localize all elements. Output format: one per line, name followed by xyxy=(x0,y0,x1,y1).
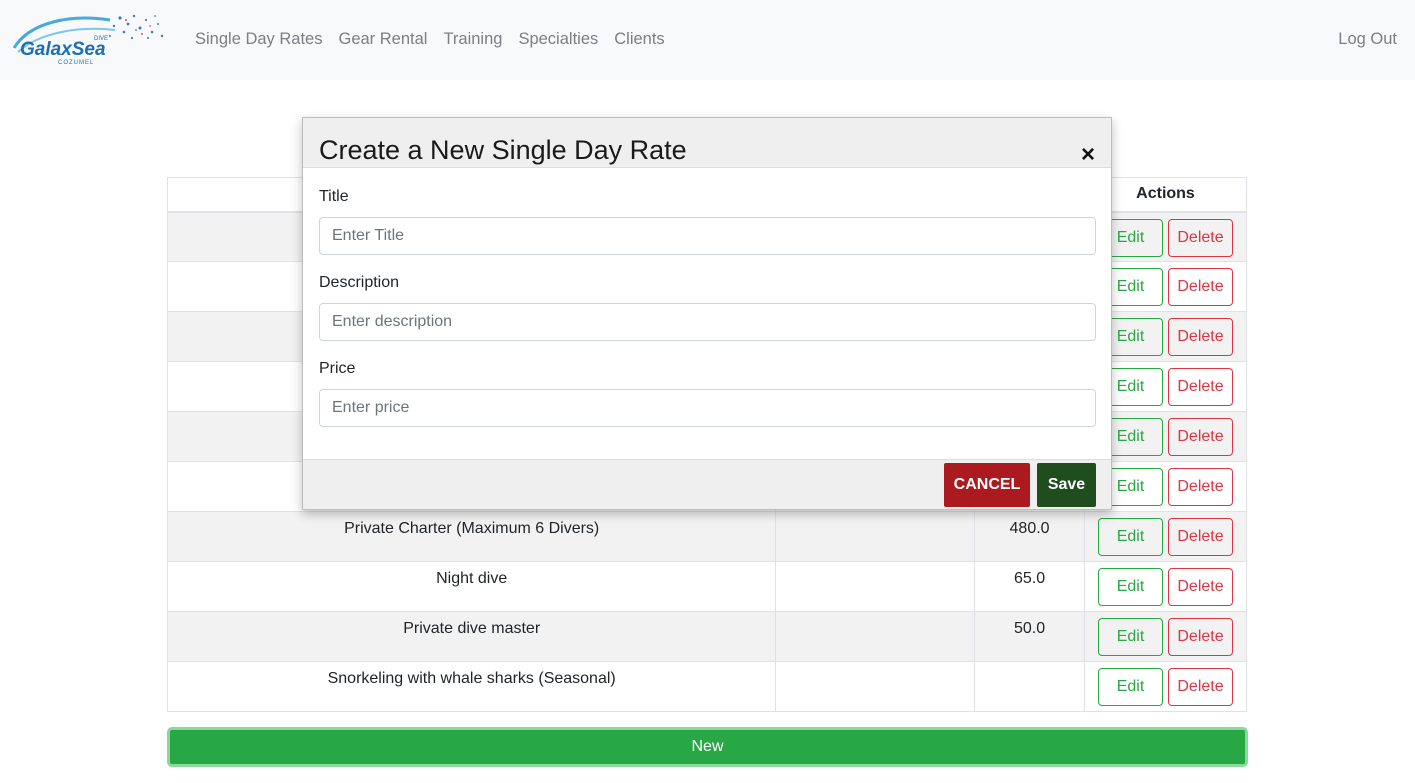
svg-text:COZUMEL: COZUMEL xyxy=(58,60,94,66)
rate-price-cell xyxy=(974,661,1085,712)
table-row: Night dive 65.0 Edit Delete xyxy=(166,561,1247,612)
delete-button[interactable]: Delete xyxy=(1168,518,1233,556)
galaxsea-logo-icon: GalaxSea DIVE COZUMEL xyxy=(12,14,164,66)
close-icon[interactable]: × xyxy=(1081,143,1095,167)
delete-button[interactable]: Delete xyxy=(1168,218,1233,257)
save-button[interactable]: Save xyxy=(1037,463,1096,507)
nav-link-clients[interactable]: Clients xyxy=(606,30,672,49)
rate-description-cell xyxy=(775,561,976,612)
nav-link-gear-rental[interactable]: Gear Rental xyxy=(330,30,435,49)
rate-description-cell xyxy=(775,661,976,712)
new-rate-button[interactable]: New xyxy=(167,727,1248,767)
nav-link-specialties[interactable]: Specialties xyxy=(510,30,606,49)
svg-text:GalaxSea: GalaxSea xyxy=(20,39,106,60)
rate-description-cell xyxy=(775,611,976,662)
cancel-button[interactable]: CANCEL xyxy=(944,463,1030,507)
delete-button[interactable]: Delete xyxy=(1168,668,1233,706)
delete-button[interactable]: Delete xyxy=(1168,568,1233,606)
delete-button[interactable]: Delete xyxy=(1168,468,1233,506)
rate-title-cell: Private Charter (Maximum 6 Divers) xyxy=(166,511,777,562)
title-input[interactable] xyxy=(319,217,1096,255)
rate-title-cell: Night dive xyxy=(166,561,777,612)
rate-actions-cell: Edit Delete xyxy=(1084,511,1247,562)
price-label: Price xyxy=(319,360,356,377)
price-input[interactable] xyxy=(319,389,1096,427)
navbar: GalaxSea DIVE COZUMEL Single Day Rates G… xyxy=(0,0,1415,80)
rate-actions-cell: Edit Delete xyxy=(1084,611,1247,662)
delete-button[interactable]: Delete xyxy=(1168,418,1233,456)
edit-button[interactable]: Edit xyxy=(1098,518,1163,556)
rate-actions-cell: Edit Delete xyxy=(1084,561,1247,612)
modal-header: Create a New Single Day Rate × xyxy=(303,118,1111,168)
table-row: Snorkeling with whale sharks (Seasonal) E… xyxy=(166,661,1247,712)
modal-title: Create a New Single Day Rate xyxy=(319,135,687,165)
rate-actions-cell: Edit Delete xyxy=(1084,661,1247,712)
table-row: Private Charter (Maximum 6 Divers) 480.0 E… xyxy=(166,511,1247,562)
rate-title-cell: Snorkeling with whale sharks (Seasonal) xyxy=(166,661,777,712)
nav-links: Single Day Rates Gear Rental Training Sp… xyxy=(187,0,673,78)
edit-button[interactable]: Edit xyxy=(1098,568,1163,606)
nav-link-training[interactable]: Training xyxy=(435,30,510,49)
delete-button[interactable]: Delete xyxy=(1168,618,1233,656)
rate-description-cell xyxy=(775,511,976,562)
brand-logo[interactable]: GalaxSea DIVE COZUMEL xyxy=(10,8,168,68)
edit-button[interactable]: Edit xyxy=(1098,668,1163,706)
logout-link[interactable]: Log Out xyxy=(1338,0,1397,78)
create-rate-modal: Create a New Single Day Rate × Title Des… xyxy=(302,117,1112,510)
delete-button[interactable]: Delete xyxy=(1168,318,1233,356)
edit-button[interactable]: Edit xyxy=(1098,618,1163,656)
delete-button[interactable]: Delete xyxy=(1168,268,1233,306)
table-row: Private dive master 50.0 Edit Delete xyxy=(166,611,1247,662)
delete-button[interactable]: Delete xyxy=(1168,368,1233,406)
rate-price-cell: 65.0 xyxy=(974,561,1085,612)
svg-text:DIVE: DIVE xyxy=(94,36,108,42)
rate-title-cell: Private dive master xyxy=(166,611,777,662)
rate-price-cell: 50.0 xyxy=(974,611,1085,662)
description-input[interactable] xyxy=(319,303,1096,341)
modal-footer: CANCEL Save xyxy=(303,459,1111,509)
rate-price-cell: 480.0 xyxy=(974,511,1085,562)
description-label: Description xyxy=(319,274,400,291)
nav-link-single-day-rates[interactable]: Single Day Rates xyxy=(187,30,330,49)
title-label: Title xyxy=(319,188,349,205)
